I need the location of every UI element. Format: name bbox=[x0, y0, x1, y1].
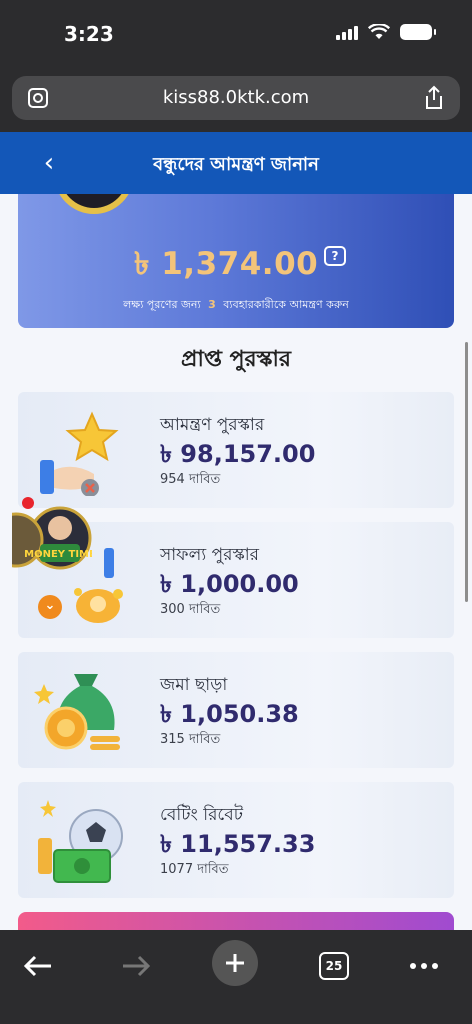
url-text[interactable]: kiss88.0ktk.com bbox=[12, 87, 460, 108]
browser-address-bar: kiss88.0ktk.com bbox=[0, 66, 472, 132]
star-hand-icon bbox=[40, 411, 119, 496]
note-text-after: ব্যবহারকারীকে আমন্ত্রণ করুন bbox=[223, 298, 349, 311]
football-cash-icon bbox=[38, 800, 123, 883]
back-arrow-icon[interactable] bbox=[14, 942, 62, 990]
reward-claims: 1077 দাবিত bbox=[160, 862, 229, 877]
status-icons bbox=[336, 24, 436, 40]
money-time-label: MONEY TIME bbox=[24, 549, 92, 560]
invite-reward-amount: ৳ 1,374.00 bbox=[134, 246, 319, 282]
reward-claims: 954 দাবিত bbox=[160, 472, 221, 487]
new-tab-icon[interactable] bbox=[212, 940, 258, 986]
help-icon[interactable]: ? bbox=[324, 246, 346, 266]
reward-claims: 315 দাবিত bbox=[160, 732, 221, 747]
invite-target-note: লক্ষ্য পূরণের জন্য 3 ব্যবহারকারীকে আমন্ত… bbox=[18, 296, 454, 315]
more-icon[interactable] bbox=[400, 942, 448, 990]
notification-dot bbox=[22, 497, 34, 509]
status-time: 3:23 bbox=[64, 22, 114, 46]
wifi-icon bbox=[368, 24, 390, 39]
section-title: প্রাপ্ত পুরস্কার bbox=[181, 347, 291, 372]
share-icon[interactable] bbox=[422, 85, 446, 111]
cellular-signal-icon bbox=[336, 24, 358, 40]
reward-card-no-deposit[interactable]: জমা ছাড়া ৳ 1,050.38 315 দাবিত bbox=[18, 652, 454, 768]
money-bag-icon bbox=[34, 674, 120, 750]
battery-icon bbox=[400, 24, 436, 40]
note-text-before: লক্ষ্য পূরণের জন্য bbox=[123, 298, 201, 311]
reward-claims: 300 দাবিত bbox=[160, 602, 221, 617]
next-card-strip bbox=[18, 912, 454, 930]
scrollbar[interactable] bbox=[465, 342, 468, 602]
url-field[interactable]: kiss88.0ktk.com bbox=[12, 76, 460, 120]
forward-arrow-icon[interactable] bbox=[112, 942, 160, 990]
app-header: ‹ বন্ধুদের আমন্ত্রণ জানান bbox=[0, 132, 472, 194]
main-content: ৳ 1,374.00 ? লক্ষ্য পূরণের জন্য 3 ব্যবহা… bbox=[0, 194, 472, 930]
invite-summary-card: ৳ 1,374.00 ? লক্ষ্য পূরণের জন্য 3 ব্যবহা… bbox=[18, 194, 454, 328]
note-target-count: 3 bbox=[208, 298, 216, 311]
reward-card-betting-rebate[interactable]: বেটিং রিবেট ৳ 11,557.33 1077 দাবিত bbox=[18, 782, 454, 898]
coin-illustration bbox=[54, 194, 134, 214]
reward-card-invite[interactable]: আমন্ত্রণ পুরস্কার ৳ 98,157.00 954 দাবিত bbox=[18, 392, 454, 508]
chevron-down-icon[interactable]: ⌄ bbox=[38, 595, 62, 619]
tabs-button[interactable]: 25 bbox=[310, 942, 358, 990]
status-bar: 3:23 bbox=[0, 0, 472, 66]
money-time-promo-widget[interactable]: MONEY TIME bbox=[12, 500, 92, 580]
page-title: বন্ধুদের আমন্ত্রণ জানান bbox=[153, 154, 319, 175]
browser-toolbar: 25 bbox=[0, 930, 472, 1024]
tabs-count: 25 bbox=[319, 952, 349, 980]
